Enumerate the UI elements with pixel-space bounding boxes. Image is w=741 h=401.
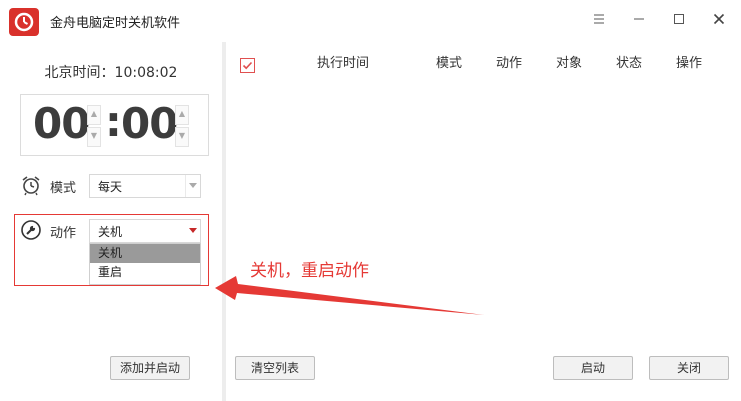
annotation-arrow (215, 276, 484, 315)
